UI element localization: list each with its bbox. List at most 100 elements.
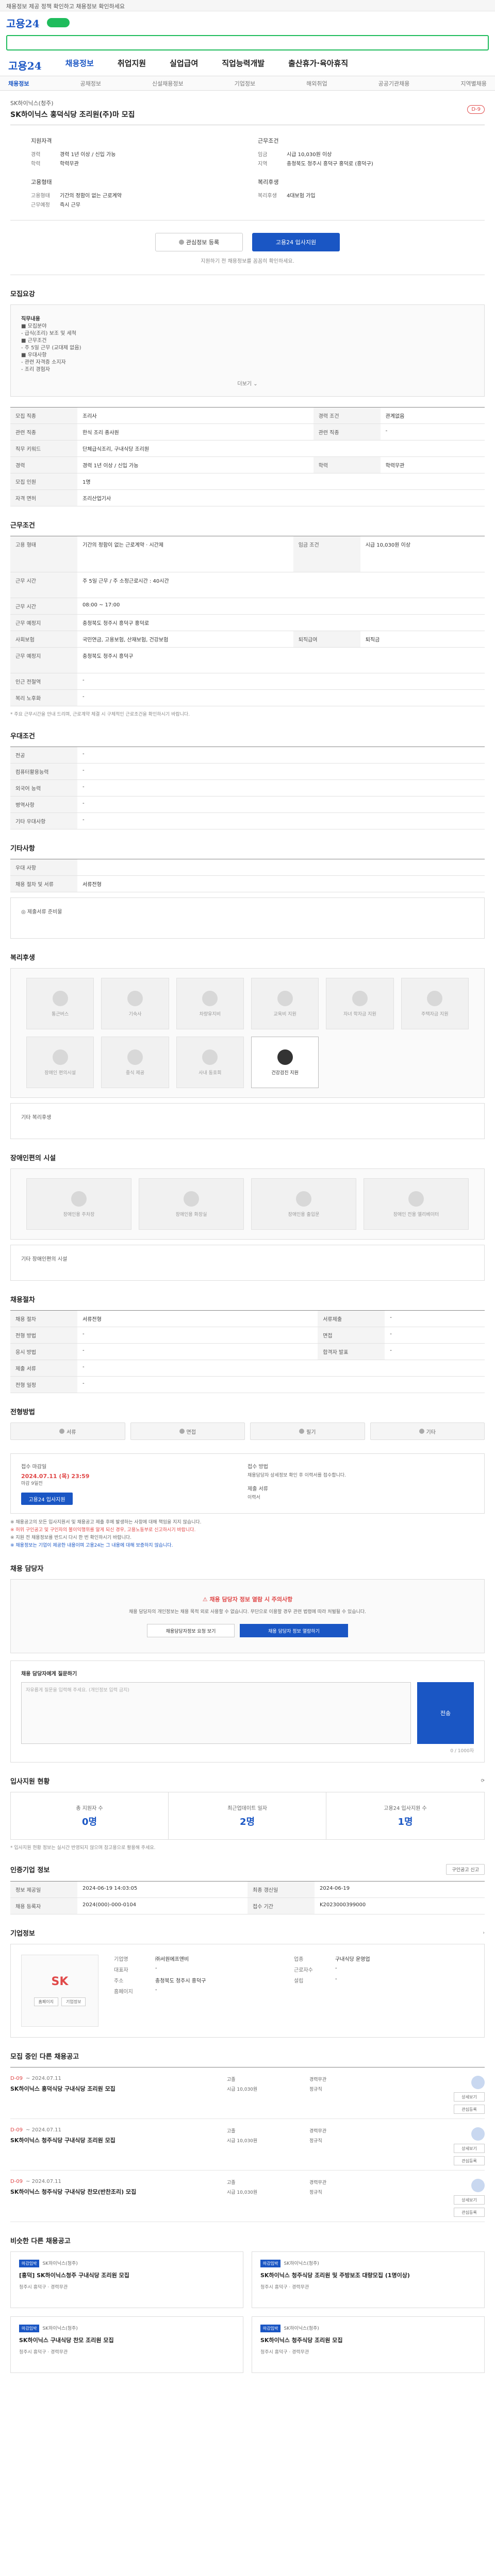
similar-card[interactable]: 마감임박 SK하이닉스(청주) SK하이닉스 청주식당 조리원 및 주방보조 대량… <box>252 2251 485 2308</box>
dorm-icon <box>127 990 143 1006</box>
related-actions: 상세보기 관심등록 <box>454 2179 485 2217</box>
more-button[interactable]: 더보기 ⌄ <box>21 372 474 387</box>
homepage-button[interactable]: 홈페이지 <box>34 1997 58 2006</box>
people-icon <box>202 1049 218 1065</box>
channel-label: 필기 <box>306 1429 316 1435</box>
company-logo: SK 홈페이지 기업정보 <box>21 1955 98 2027</box>
apply-now-button[interactable]: 고용24 입사지원 <box>21 1493 73 1505</box>
list-item[interactable]: D-09 ~ 2024.07.11 SK하이닉스 청주식당 구내식당 조리원 모집… <box>10 2119 485 2171</box>
related-detail-button[interactable]: 상세보기 <box>454 2092 485 2102</box>
chevron-right-icon[interactable]: › <box>483 1930 485 1936</box>
section-title: 모집요강 <box>10 291 35 298</box>
etc-docs-panel: ◎ 제출서류 준비물 <box>10 897 485 939</box>
similar-card[interactable]: 마감임박 SK하이닉스(청주) [흥덕] SK하이닉스청주 구내식당 조리원 모집… <box>10 2251 243 2308</box>
gnb-item-support[interactable]: 취업지원 <box>118 58 146 76</box>
card-company: SK하이닉스(청주) <box>42 2326 78 2331</box>
welfare-tile-label: 자녀 학자금 지원 <box>343 1011 376 1017</box>
posting-header: 인증기업 정보 구인공고 신고 <box>10 1864 485 1875</box>
manager-alert-text: 채용 담당자 정보 열람 시 주의사항 <box>209 1596 293 1603</box>
related-title[interactable]: SK하이닉스 청주식당 구내식당 찬모(반찬조리) 모집 <box>10 2188 227 2196</box>
table-row: 병역사항 - <box>10 796 485 813</box>
welfare-tile: 중식 제공 <box>101 1037 169 1088</box>
related-dday-value: D-09 <box>10 2179 23 2184</box>
subnav-item-0[interactable]: 채용정보 <box>8 79 29 88</box>
list-item[interactable]: D-09 ~ 2024.07.11 SK하이닉스 흥덕식당 구내식당 조리원 모집… <box>10 2067 485 2119</box>
gnb-item-jobs[interactable]: 채용정보 <box>65 58 94 76</box>
channel-label: 서류 <box>67 1429 76 1435</box>
section-similar: 비슷한 다른 채용공고 마감임박 SK하이닉스(청주) [흥덕] SK하이닉스청주… <box>10 2222 485 2373</box>
table-key: 인근 전철역 <box>10 673 77 690</box>
related-scrap-button[interactable]: 관심등록 <box>454 2105 485 2114</box>
disability-tile-label: 장애인용 화장실 <box>175 1212 207 1217</box>
apply-button[interactable]: 고용24 입사지원 <box>252 233 340 251</box>
gnb-item-benefit[interactable]: 실업급여 <box>170 58 198 76</box>
table-key: 전공 <box>10 747 77 764</box>
search-toggle[interactable] <box>46 18 70 27</box>
related-actions: 상세보기 관심등록 <box>454 2076 485 2114</box>
similar-card[interactable]: 마감임박 SK하이닉스(청주) SK하이닉스 청주식당 조리원 모집 청주시 흥덕… <box>252 2316 485 2373</box>
table-row: 근무 예정지 충청북도 청주시 흥덕구 홍덕로 <box>10 614 485 631</box>
table-value: 학력무관 <box>380 456 485 473</box>
qa-textarea[interactable]: 자유롭게 질문을 입력해 주세요. (개인정보 입력 금지) <box>21 1682 411 1744</box>
method-label: 접수 방법 <box>248 1464 268 1470</box>
related-date: ~ 2024.07.11 <box>26 2127 61 2133</box>
related-detail-button[interactable]: 상세보기 <box>454 2144 485 2153</box>
report-button[interactable]: 구인공고 신고 <box>446 1864 485 1875</box>
status-note: * 입사지원 현황 정보는 실시간 반영되지 않으며 참고용으로 활용해 주세요… <box>10 1845 156 1851</box>
welfare-tile: 사내 동호회 <box>176 1037 244 1088</box>
related-date: ~ 2024.07.11 <box>26 2076 61 2081</box>
manager-request-button[interactable]: 채용담당자정보 요청 보기 <box>147 1624 235 1637</box>
related-detail-button[interactable]: 상세보기 <box>454 2195 485 2205</box>
card-info: 청주시 흥덕구 · 경력무관 <box>19 2285 68 2290</box>
search-input[interactable] <box>6 35 489 50</box>
summary-group-title: 복리후생 <box>258 179 279 185</box>
welfare-tile-label: 건강검진 지원 <box>271 1070 299 1076</box>
related-title[interactable]: SK하이닉스 청주식당 구내식당 조리원 모집 <box>10 2136 227 2144</box>
related-title[interactable]: SK하이닉스 흥덕식당 구내식당 조리원 모집 <box>10 2084 227 2093</box>
subnav-item-3[interactable]: 기업정보 <box>235 79 255 88</box>
table-row: 고용 형태 기간의 정함이 없는 근로계약 · 시간제 임금 조건 시급 10,030… <box>10 536 485 572</box>
card-title[interactable]: SK하이닉스 청주식당 조리원 모집 <box>260 2336 476 2344</box>
manager-view-button[interactable]: 채용 담당자 정보 열람하기 <box>240 1624 348 1637</box>
health-check-icon <box>277 1049 293 1065</box>
section-manager: 채용 담당자 ⚠ 채용 담당자 정보 열람 시 주의사항 채용 담당자의 개인정… <box>10 1550 485 1762</box>
subnav-item-6[interactable]: 지역별채용 <box>460 79 487 88</box>
list-item[interactable]: D-09 ~ 2024.07.11 SK하이닉스 청주식당 구내식당 찬모(반찬조… <box>10 2171 485 2222</box>
related-info-item: 정규직 <box>309 2139 322 2144</box>
related-scrap-button[interactable]: 관심등록 <box>454 2208 485 2217</box>
company-info: 기업명 ㈜서원에프앤비 업종 구내식당 운영업 대표자 - 근로자수 - 주소 충청북도 청주… <box>114 1955 474 2027</box>
posting-value: 2024-06-19 14:03:05 <box>77 1882 248 1898</box>
gnb-logo[interactable]: 고용24 <box>8 58 42 76</box>
channel-row: 서류 면접 필기 기타 <box>10 1422 485 1440</box>
site-logo[interactable]: 고용24 <box>6 15 40 30</box>
gnb-item-training[interactable]: 직업능력개발 <box>222 58 265 76</box>
gnb-item-leave[interactable]: 출산휴가·육아휴직 <box>288 58 348 76</box>
related-scrap-button[interactable]: 관심등록 <box>454 2156 485 2165</box>
disability-extra: 기타 장애인편의 시설 <box>10 1245 485 1281</box>
table-key: 복리 노후화 <box>10 689 77 706</box>
qa-count: 0 / 1000자 <box>450 1749 474 1754</box>
related-info: 고졸 경력무관 시급 10,030원 정규직 <box>227 2127 392 2162</box>
card-title[interactable]: [흥덕] SK하이닉스청주 구내식당 조리원 모집 <box>19 2272 235 2279</box>
subnav-item-2[interactable]: 신설채용정보 <box>152 79 184 88</box>
requirements-table: 모집 직종 조리사 경력 조건 관계없음 관련 직종 한식 조리 종사원 관련 직종 - 직… <box>10 407 485 506</box>
section-posting: 인증기업 정보 구인공고 신고 정보 제공일 2024-06-19 14:03:0… <box>10 1851 485 1914</box>
section-title: 비슷한 다른 채용공고 <box>10 2238 71 2245</box>
table-row: 기타 우대사항 - <box>10 812 485 829</box>
scrap-button[interactable]: 관심정보 등록 <box>155 233 243 251</box>
similar-card[interactable]: 마감임박 SK하이닉스(청주) SK하이닉스 구내식당 찬모 조리원 모집 청주시… <box>10 2316 243 2373</box>
summary-conditions: 근무조건 임금 시급 10,030원 이상 지역 충청북도 청주시 흥덕구 홍덕로 … <box>258 137 464 167</box>
card-title[interactable]: SK하이닉스 청주식당 조리원 및 주방보조 대량모집 (1명이상) <box>260 2272 476 2279</box>
subnav-item-4[interactable]: 해외취업 <box>306 79 327 88</box>
posting-value: 2024(000)-000-0104 <box>77 1898 248 1914</box>
qa-submit-button[interactable]: 전송 <box>417 1682 474 1744</box>
subnav-item-5[interactable]: 공공기관채용 <box>378 79 410 88</box>
table-row: 채용 절차 및 서류 서류전형 <box>10 875 485 892</box>
related-dday-value: D-09 <box>10 2076 23 2081</box>
subnav-item-1[interactable]: 공채정보 <box>80 79 101 88</box>
job-content-line: - 주 5일 근무 (교대제 없음) <box>21 345 81 351</box>
card-title[interactable]: SK하이닉스 구내식당 찬모 조리원 모집 <box>19 2336 235 2344</box>
refresh-icon[interactable]: ⟳ <box>481 1778 485 1784</box>
stat-value: 0명 <box>81 1817 97 1827</box>
company-detail-button[interactable]: 기업정보 <box>61 1997 86 2006</box>
